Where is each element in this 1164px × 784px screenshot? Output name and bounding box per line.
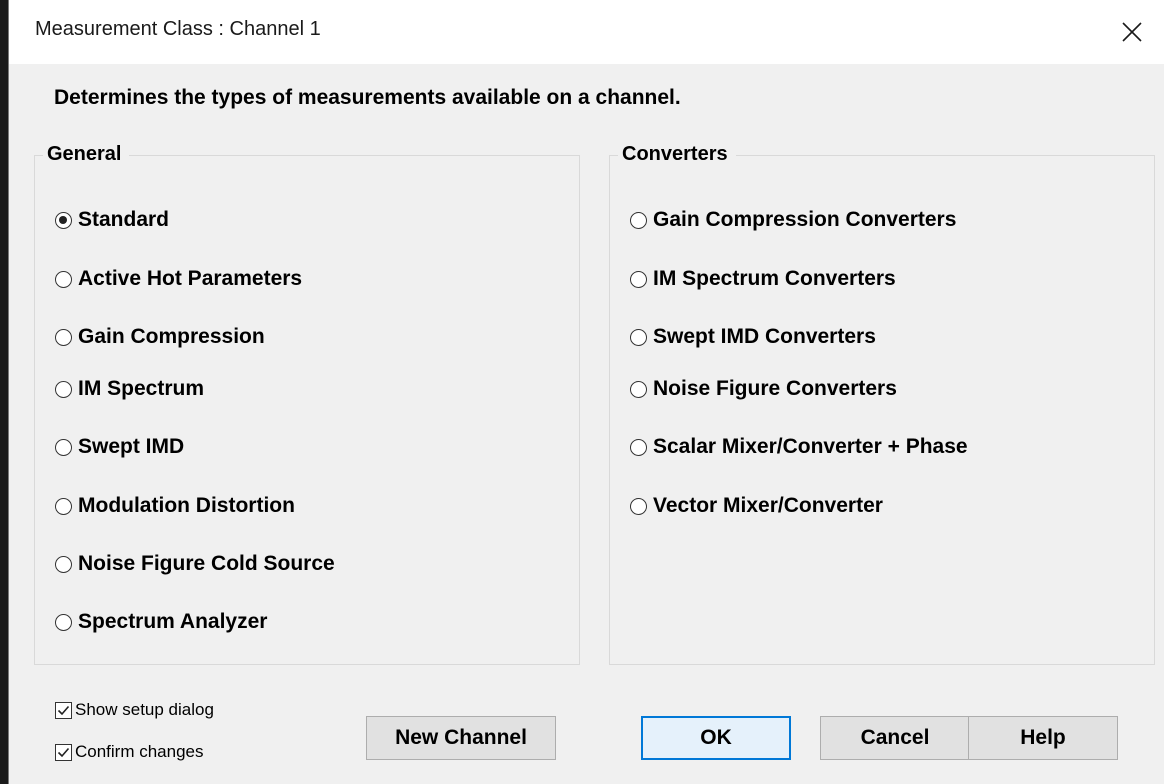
radio-label: Spectrum Analyzer xyxy=(78,610,268,633)
radio-gain-compression[interactable]: Gain Compression xyxy=(55,322,265,352)
measurement-class-dialog: Measurement Class : Channel 1 Determines… xyxy=(8,0,1164,784)
checkbox-box[interactable] xyxy=(55,701,72,719)
close-icon xyxy=(1122,22,1142,42)
checkmark-icon xyxy=(57,747,70,757)
general-group: General Standard Active Hot Parameters G… xyxy=(34,143,580,665)
radio-label: Vector Mixer/Converter xyxy=(653,494,883,517)
radio-button[interactable] xyxy=(55,438,72,456)
help-button[interactable]: Help xyxy=(968,716,1118,760)
radio-label: Active Hot Parameters xyxy=(78,267,303,290)
checkbox-label: Confirm changes xyxy=(75,742,204,761)
general-group-label: General xyxy=(43,143,130,166)
radio-noise-figure-cold-source[interactable]: Noise Figure Cold Source xyxy=(55,549,335,579)
checkmark-icon xyxy=(57,705,70,715)
radio-label: Noise Figure Cold Source xyxy=(78,552,335,575)
radio-label: Modulation Distortion xyxy=(78,494,295,517)
radio-label: Noise Figure Converters xyxy=(653,377,897,400)
radio-swept-imd[interactable]: Swept IMD xyxy=(55,432,184,462)
radio-im-spectrum-converters[interactable]: IM Spectrum Converters xyxy=(630,264,896,294)
show-setup-dialog-checkbox[interactable]: Show setup dialog xyxy=(55,698,214,722)
close-button[interactable] xyxy=(1102,0,1164,64)
radio-button[interactable] xyxy=(55,380,72,398)
radio-button[interactable] xyxy=(55,555,72,573)
radio-gain-compression-converters[interactable]: Gain Compression Converters xyxy=(630,205,956,235)
radio-label: Scalar Mixer/Converter + Phase xyxy=(653,435,968,458)
radio-button[interactable] xyxy=(55,328,72,346)
radio-label: IM Spectrum xyxy=(78,377,205,400)
checkbox-label: Show setup dialog xyxy=(75,700,214,719)
converters-group: Converters Gain Compression Converters I… xyxy=(609,143,1155,665)
radio-button[interactable] xyxy=(55,211,72,229)
radio-label: Swept IMD Converters xyxy=(653,325,876,348)
radio-active-hot-parameters[interactable]: Active Hot Parameters xyxy=(55,264,302,294)
radio-button[interactable] xyxy=(630,211,647,229)
radio-button[interactable] xyxy=(630,380,647,398)
radio-scalar-mixer-converter-phase[interactable]: Scalar Mixer/Converter + Phase xyxy=(630,432,968,462)
confirm-changes-checkbox[interactable]: Confirm changes xyxy=(55,740,204,764)
cancel-button[interactable]: Cancel xyxy=(820,716,970,760)
radio-noise-figure-converters[interactable]: Noise Figure Converters xyxy=(630,374,897,404)
radio-im-spectrum[interactable]: IM Spectrum xyxy=(55,374,204,404)
ok-button[interactable]: OK xyxy=(641,716,791,760)
radio-vector-mixer-converter[interactable]: Vector Mixer/Converter xyxy=(630,491,883,521)
radio-label: IM Spectrum Converters xyxy=(653,267,896,290)
radio-button[interactable] xyxy=(630,438,647,456)
radio-spectrum-analyzer[interactable]: Spectrum Analyzer xyxy=(55,607,267,637)
radio-button[interactable] xyxy=(55,270,72,288)
radio-label: Standard xyxy=(78,208,170,231)
converters-group-label: Converters xyxy=(618,143,736,166)
radio-button[interactable] xyxy=(630,270,647,288)
radio-button[interactable] xyxy=(55,613,72,631)
dialog-description: Determines the types of measurements ava… xyxy=(54,86,681,109)
window-title: Measurement Class : Channel 1 xyxy=(35,18,321,40)
checkbox-box[interactable] xyxy=(55,743,72,761)
radio-button[interactable] xyxy=(630,328,647,346)
radio-standard[interactable]: Standard xyxy=(55,205,169,235)
radio-modulation-distortion[interactable]: Modulation Distortion xyxy=(55,491,295,521)
radio-button[interactable] xyxy=(55,497,72,515)
radio-swept-imd-converters[interactable]: Swept IMD Converters xyxy=(630,322,876,352)
title-bar: Measurement Class : Channel 1 xyxy=(9,0,1164,64)
radio-label: Gain Compression xyxy=(78,325,265,348)
radio-label: Swept IMD xyxy=(78,435,185,458)
radio-button[interactable] xyxy=(630,497,647,515)
new-channel-button[interactable]: New Channel xyxy=(366,716,556,760)
radio-label: Gain Compression Converters xyxy=(653,208,957,231)
